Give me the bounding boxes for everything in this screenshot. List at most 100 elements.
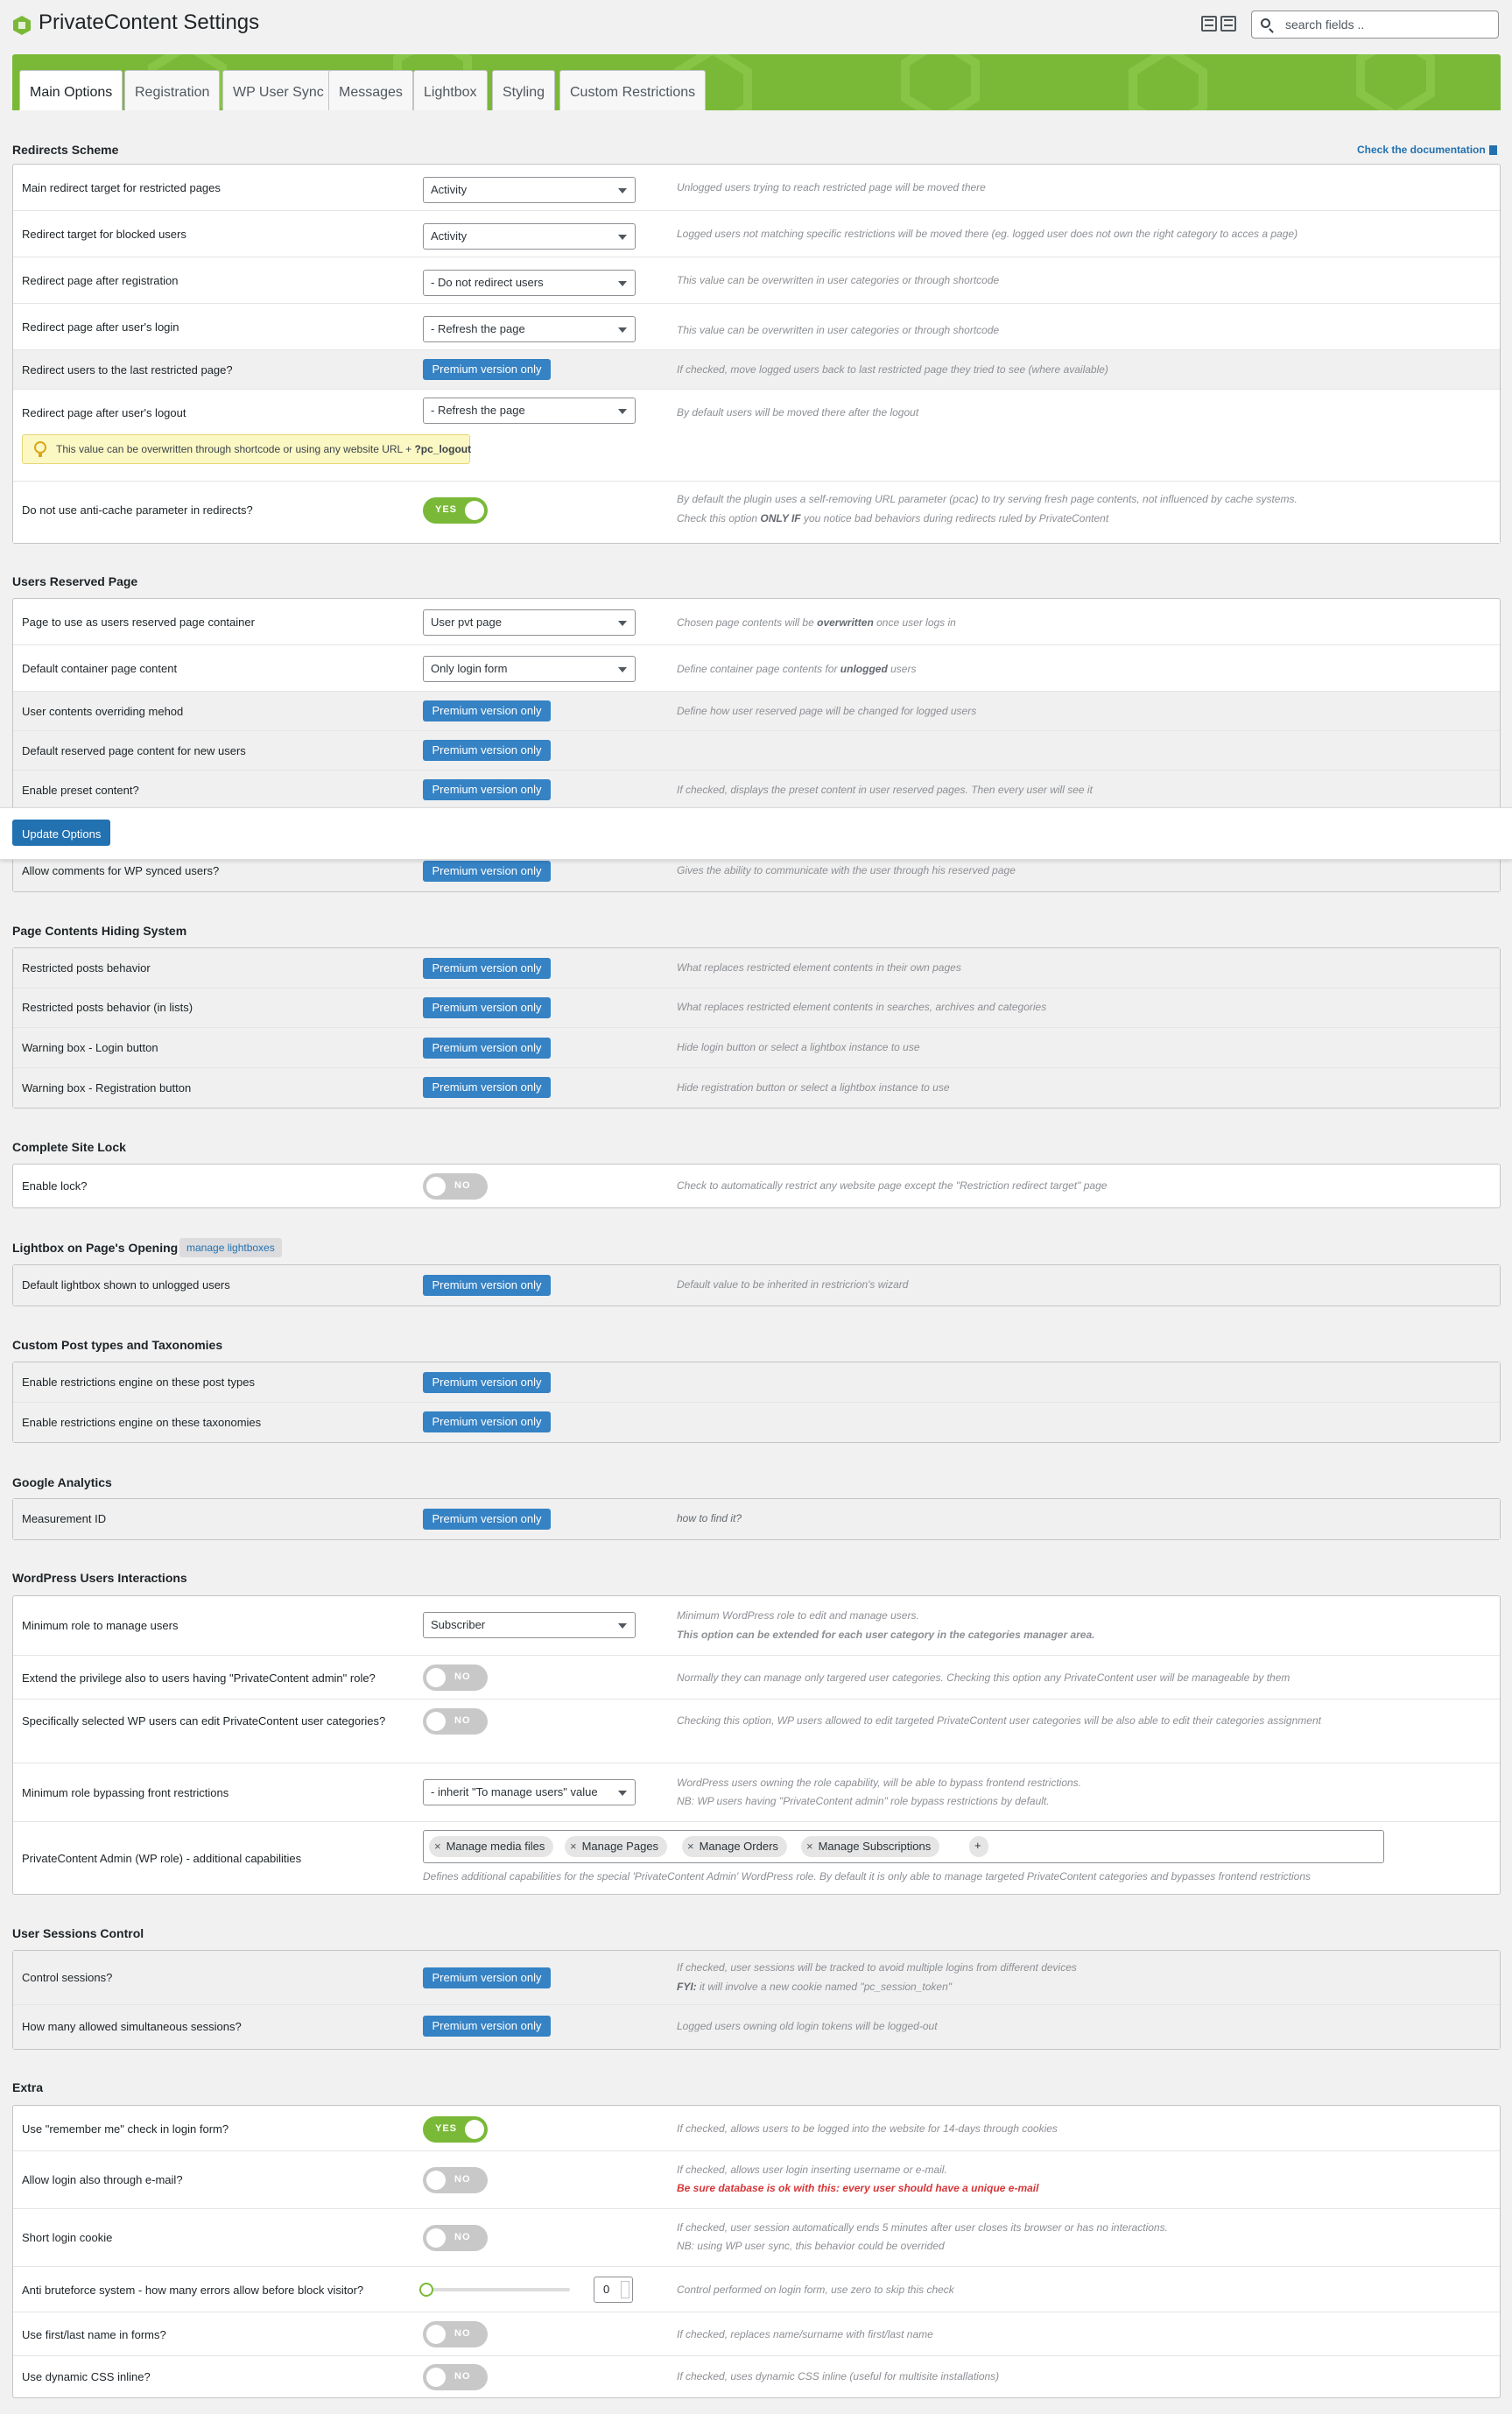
capability-chip[interactable]: × Manage Pages: [565, 1836, 668, 1857]
remove-icon[interactable]: ×: [570, 1840, 577, 1853]
settings-row: Redirect target for blocked users Activi…: [13, 211, 1500, 257]
section-title-reserved: Users Reserved Page: [12, 574, 138, 588]
registration-redirect-select[interactable]: - Do not redirect users: [423, 270, 636, 296]
premium-version-button[interactable]: Premium version only: [423, 958, 551, 979]
settings-row: Enable restrictions engine on these post…: [13, 1362, 1500, 1403]
settings-row: Enable restrictions engine on these taxo…: [13, 1403, 1500, 1442]
bruteforce-number-input[interactable]: 0: [594, 2277, 633, 2303]
page-header: PrivateContent Settings search fields ..: [0, 0, 1512, 53]
section-title-cpt: Custom Post types and Taxonomies: [12, 1338, 223, 1352]
anti-cache-toggle[interactable]: YES: [423, 497, 488, 524]
premium-version-button[interactable]: Premium version only: [423, 700, 551, 721]
tab-main-options[interactable]: Main Options: [19, 70, 123, 110]
book-icon: [1488, 145, 1497, 155]
premium-version-button[interactable]: Premium version only: [423, 1038, 551, 1059]
search-fields-input[interactable]: search fields ..: [1251, 11, 1499, 39]
settings-row: Restricted posts behavior Premium versio…: [13, 948, 1500, 989]
settings-row: Use first/last name in forms? NO If chec…: [13, 2312, 1500, 2356]
premium-version-button[interactable]: Premium version only: [423, 1275, 551, 1296]
premium-version-button[interactable]: Premium version only: [423, 1411, 551, 1432]
remove-icon[interactable]: ×: [687, 1840, 694, 1853]
settings-row: Main redirect target for restricted page…: [13, 165, 1500, 211]
tab-bar: Main Options Registration WP User Sync M…: [12, 54, 1501, 110]
capability-chip[interactable]: × Manage Orders: [682, 1836, 787, 1857]
settings-row: Page to use as users reserved page conta…: [13, 599, 1500, 645]
email-login-toggle[interactable]: NO: [423, 2167, 488, 2193]
tab-styling[interactable]: Styling: [492, 70, 556, 110]
settings-row: Redirect page after registration - Do no…: [13, 257, 1500, 304]
premium-version-button[interactable]: Premium version only: [423, 2016, 551, 2037]
bypass-role-select[interactable]: - inherit "To manage users" value: [423, 1779, 636, 1805]
panel-sessions: Control sessions? Premium version only I…: [12, 1950, 1501, 2050]
settings-row: Use "remember me" check in login form? Y…: [13, 2106, 1500, 2151]
login-redirect-select[interactable]: - Refresh the page: [423, 316, 636, 342]
short-cookie-toggle[interactable]: NO: [423, 2225, 488, 2251]
panel-redirects: Main redirect target for restricted page…: [12, 164, 1501, 544]
logout-redirect-select[interactable]: - Refresh the page: [423, 398, 636, 424]
settings-row: Enable preset content? Premium version o…: [13, 771, 1500, 810]
panel-google-analytics: Measurement ID Premium version only how …: [12, 1498, 1501, 1540]
tab-wp-user-sync[interactable]: WP User Sync: [222, 70, 334, 110]
layout-icon[interactable]: [1201, 16, 1217, 32]
settings-row: Measurement ID Premium version only how …: [13, 1499, 1500, 1539]
add-capability-button[interactable]: +: [969, 1836, 988, 1857]
settings-row: Allow login also through e-mail? NO If c…: [13, 2151, 1500, 2209]
documentation-link[interactable]: Check the documentation: [1357, 144, 1497, 156]
settings-row: How many allowed simultaneous sessions? …: [13, 2005, 1500, 2049]
premium-version-button[interactable]: Premium version only: [423, 1509, 551, 1530]
capabilities-multiselect[interactable]: × Manage media files × Manage Pages × Manag…: [423, 1830, 1384, 1863]
premium-version-button[interactable]: Premium version only: [423, 1077, 551, 1098]
remove-icon[interactable]: ×: [434, 1840, 441, 1853]
settings-row: Default container page content Only logi…: [13, 645, 1500, 692]
settings-row: Anti bruteforce system - how many errors…: [13, 2267, 1500, 2312]
settings-row: PrivateContent Admin (WP role) - additio…: [13, 1822, 1500, 1894]
settings-row: Minimum role bypassing front restriction…: [13, 1763, 1500, 1822]
premium-version-button[interactable]: Premium version only: [423, 779, 551, 800]
section-title-wpusers: WordPress Users Interactions: [12, 1571, 187, 1585]
settings-row: Enable lock? NO Check to automatically r…: [13, 1165, 1500, 1207]
settings-row: Minimum role to manage users Subscriber …: [13, 1596, 1500, 1656]
extend-privilege-toggle[interactable]: NO: [423, 1664, 488, 1691]
settings-row: Extend the privilege also to users havin…: [13, 1656, 1500, 1700]
settings-row: Redirect users to the last restricted pa…: [13, 350, 1500, 390]
tab-messages[interactable]: Messages: [328, 70, 413, 110]
tab-custom-restrictions[interactable]: Custom Restrictions: [559, 70, 707, 110]
premium-version-button[interactable]: Premium version only: [423, 740, 551, 761]
container-content-select[interactable]: Only login form: [423, 656, 636, 682]
how-to-find-link[interactable]: how to find it?: [677, 1510, 742, 1528]
capability-chip[interactable]: × Manage Subscriptions: [801, 1836, 940, 1857]
enable-lock-toggle[interactable]: NO: [423, 1173, 488, 1200]
premium-version-button[interactable]: Premium version only: [423, 861, 551, 882]
page-title: PrivateContent Settings: [39, 11, 260, 34]
premium-version-button[interactable]: Premium version only: [423, 1372, 551, 1393]
lightbulb-icon: [34, 441, 46, 457]
reserved-page-select[interactable]: User pvt page: [423, 609, 636, 636]
main-redirect-select[interactable]: Activity: [423, 177, 636, 203]
remove-icon[interactable]: ×: [806, 1840, 813, 1853]
settings-row: Default lightbox shown to unlogged users…: [13, 1265, 1500, 1306]
premium-version-button[interactable]: Premium version only: [423, 359, 551, 380]
number-spinner-icon[interactable]: [621, 2281, 629, 2298]
section-title-hiding: Page Contents Hiding System: [12, 924, 187, 938]
capability-chip[interactable]: × Manage media files: [429, 1836, 554, 1857]
tab-registration[interactable]: Registration: [124, 70, 221, 110]
minimum-role-select[interactable]: Subscriber: [423, 1612, 636, 1638]
inline-css-toggle[interactable]: NO: [423, 2364, 488, 2390]
blocked-users-redirect-select[interactable]: Activity: [423, 223, 636, 250]
section-title-sessions: User Sessions Control: [12, 1926, 144, 1940]
columns-icon[interactable]: [1220, 16, 1236, 32]
privatecontent-logo: [13, 16, 31, 35]
premium-version-button[interactable]: Premium version only: [423, 1967, 551, 1988]
slider-handle[interactable]: [419, 2283, 433, 2297]
remember-me-toggle[interactable]: YES: [423, 2116, 488, 2143]
selected-users-edit-toggle[interactable]: NO: [423, 1708, 488, 1735]
settings-row: Control sessions? Premium version only I…: [13, 1951, 1500, 2005]
tab-lightbox[interactable]: Lightbox: [413, 70, 488, 110]
settings-row: Use dynamic CSS inline? NO If checked, u…: [13, 2356, 1500, 2397]
first-last-name-toggle[interactable]: NO: [423, 2321, 488, 2347]
bruteforce-slider[interactable]: [419, 2283, 570, 2297]
premium-version-button[interactable]: Premium version only: [423, 997, 551, 1018]
manage-lightboxes-link[interactable]: manage lightboxes: [179, 1238, 282, 1257]
update-options-button[interactable]: Update Options: [12, 820, 111, 846]
panel-hiding-system: Restricted posts behavior Premium versio…: [12, 947, 1501, 1108]
